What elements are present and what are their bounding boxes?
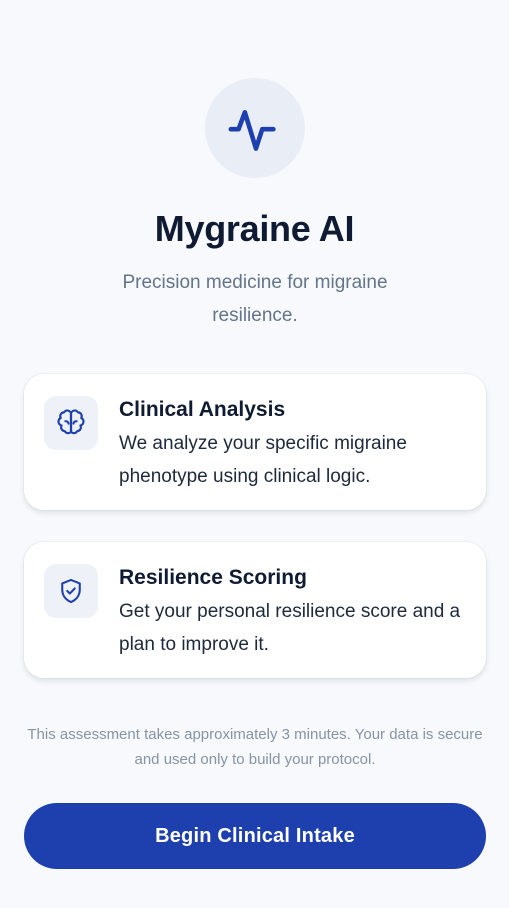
assessment-disclaimer: This assessment takes approximately 3 mi… <box>27 726 483 768</box>
app-title: Mygraine AI <box>154 208 355 249</box>
begin-clinical-intake-button[interactable]: Begin Clinical Intake <box>24 803 486 869</box>
card-title: Clinical Analysis <box>119 398 286 421</box>
card-title: Resilience Scoring <box>119 566 307 589</box>
app-logo <box>205 78 305 178</box>
card-icon-container <box>44 564 98 618</box>
feature-card-resilience-scoring: Resilience Scoring Get your personal res… <box>24 542 486 678</box>
brain-icon <box>57 409 85 435</box>
shield-check-icon <box>61 578 81 604</box>
card-description: Get your personal resilience score and a… <box>119 601 461 655</box>
feature-card-clinical-analysis: Clinical Analysis We analyze your specif… <box>24 374 486 510</box>
card-icon-container <box>44 396 98 450</box>
activity-pulse-icon <box>228 109 276 151</box>
welcome-screen: Mygraine AI Precision medicine for migra… <box>0 0 509 908</box>
app-tagline: Precision medicine for migraine resilien… <box>122 272 388 326</box>
card-description: We analyze your specific migraine phenot… <box>119 433 407 487</box>
